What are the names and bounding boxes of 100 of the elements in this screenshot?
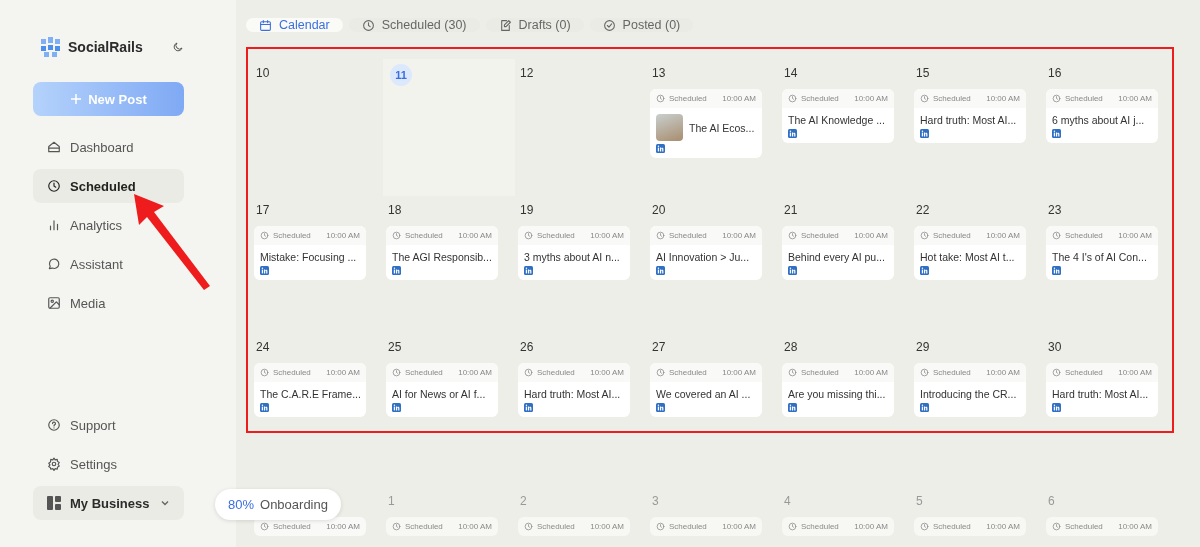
status-label: Scheduled [405, 368, 444, 377]
post-title: Hard truth: Most AI... [1052, 388, 1149, 400]
post-title: AI for News or AI f... [392, 388, 486, 400]
linkedin-icon [1052, 129, 1061, 138]
day-number: 2 [519, 493, 527, 510]
post-time: 10:00 AM [458, 522, 492, 531]
clock-icon [788, 94, 797, 103]
status-label: Scheduled [537, 368, 576, 377]
clock-icon [920, 368, 929, 377]
moon-icon[interactable] [172, 41, 184, 53]
status-label: Scheduled [1065, 522, 1104, 531]
linkedin-icon [920, 403, 929, 412]
nav-item[interactable]: Dashboard [33, 130, 184, 164]
post-card[interactable]: Scheduled 10:00 AM The C.A.R.E Frame... [254, 363, 366, 417]
help-icon [47, 418, 61, 432]
day-number: 17 [255, 202, 270, 219]
post-card[interactable]: Scheduled 10:00 AM The AI Knowledge ... [782, 89, 894, 143]
status-label: Scheduled [273, 368, 312, 377]
linkedin-icon [656, 403, 665, 412]
status-label: Scheduled [933, 231, 972, 240]
post-time: 10:00 AM [854, 231, 888, 240]
clock-icon [361, 18, 375, 32]
clock-icon [392, 368, 401, 377]
post-title: Hard truth: Most AI... [920, 114, 1017, 126]
post-card[interactable]: Scheduled 10:00 AM Hard truth: Most AI... [914, 89, 1026, 143]
post-card[interactable]: Scheduled 10:00 AM The AI Ecos... [650, 89, 762, 158]
status-label: Scheduled [933, 94, 972, 103]
post-title: Hard truth: Most AI... [524, 388, 621, 400]
post-card[interactable]: Scheduled 10:00 AM We covered an AI ... [650, 363, 762, 417]
post-title: Hot take: Most AI t... [920, 251, 1015, 263]
linkedin-icon [920, 129, 929, 138]
day-number: 25 [387, 339, 402, 356]
onboarding-button[interactable]: 80% Onboarding [215, 489, 341, 520]
post-time: 10:00 AM [722, 522, 756, 531]
post-card[interactable]: Scheduled 10:00 AM 3 myths about AI n... [518, 226, 630, 280]
clock-icon [656, 94, 665, 103]
post-title: Mistake: Focusing ... [260, 251, 357, 263]
post-title: The AGI Responsib... [392, 251, 492, 263]
day-number: 27 [651, 339, 666, 356]
post-card[interactable]: Scheduled 10:00 AM Are you missing thi... [782, 363, 894, 417]
layout-icon [47, 496, 61, 510]
post-card[interactable]: Scheduled 10:00 AM AI Innovation > Ju... [650, 226, 762, 280]
status-label: Scheduled [273, 522, 312, 531]
post-card[interactable]: Scheduled 10:00 AM Hard truth: Most AI... [518, 363, 630, 417]
day-number: 22 [915, 202, 930, 219]
nav-item[interactable]: Assistant [33, 247, 184, 281]
post-card[interactable]: Scheduled 10:00 AM Hard truth: Most AI... [1046, 363, 1158, 417]
calendar-icon [259, 18, 272, 32]
post-title: AI Innovation > Ju... [656, 251, 750, 263]
day-number: 19 [519, 202, 534, 219]
clock-icon [920, 231, 929, 240]
status-label: Scheduled [669, 94, 708, 103]
nav-item[interactable]: Analytics [33, 208, 184, 242]
day-number: 30 [1047, 339, 1062, 356]
clock-icon [788, 368, 797, 377]
post-card[interactable]: Scheduled 10:00 AM Introducing the CR... [914, 363, 1026, 417]
post-time: 10:00 AM [1118, 231, 1152, 240]
status-label: Scheduled [1065, 94, 1104, 103]
status-label: Scheduled [801, 368, 840, 377]
nav-item[interactable]: Media [33, 286, 184, 320]
day-number: 21 [783, 202, 798, 219]
clock-icon [788, 231, 797, 240]
post-title: The 4 I's of AI Con... [1052, 251, 1147, 263]
post-time: 10:00 AM [590, 368, 624, 377]
day-number: 3 [651, 493, 659, 510]
post-time: 10:00 AM [722, 231, 756, 240]
post-time: 10:00 AM [854, 522, 888, 531]
nav-item[interactable]: Support [33, 408, 184, 442]
post-time: 10:00 AM [986, 231, 1020, 240]
status-label: Scheduled [801, 231, 840, 240]
day-number: 20 [651, 202, 666, 219]
linkedin-icon [920, 266, 929, 275]
post-time: 10:00 AM [854, 94, 888, 103]
post-time: 10:00 AM [326, 522, 360, 531]
workspace-selector[interactable]: My Business [33, 486, 184, 520]
status-label: Scheduled [669, 522, 708, 531]
post-card[interactable]: Scheduled 10:00 AM The 4 I's of AI Con... [1046, 226, 1158, 280]
post-card[interactable]: Scheduled 10:00 AM 6 myths about AI j... [1046, 89, 1158, 143]
post-time: 10:00 AM [986, 522, 1020, 531]
tab[interactable]: Calendar [246, 18, 343, 32]
linkedin-icon [656, 266, 665, 275]
linkedin-icon [392, 403, 401, 412]
linkedin-icon [524, 266, 533, 275]
plus-icon [70, 93, 83, 105]
post-time: 10:00 AM [722, 94, 756, 103]
day-number: 18 [387, 202, 402, 219]
status-label: Scheduled [537, 522, 576, 531]
nav-item[interactable]: Settings [33, 447, 184, 481]
chevron-down-icon [160, 498, 170, 508]
post-card[interactable]: Scheduled 10:00 AM AI for News or AI f... [386, 363, 498, 417]
post-card[interactable]: Scheduled 10:00 AM The AGI Responsib... [386, 226, 498, 280]
day-number: 1 [387, 493, 395, 510]
post-card[interactable]: Scheduled 10:00 AM Hot take: Most AI t... [914, 226, 1026, 280]
day-number: 15 [915, 65, 930, 82]
post-card[interactable]: Scheduled 10:00 AM Mistake: Focusing ... [254, 226, 366, 280]
nav-item[interactable]: Scheduled [33, 169, 184, 203]
post-title: Behind every AI pu... [788, 251, 885, 263]
post-time: 10:00 AM [986, 94, 1020, 103]
status-label: Scheduled [933, 368, 972, 377]
post-card[interactable]: Scheduled 10:00 AM Behind every AI pu... [782, 226, 894, 280]
